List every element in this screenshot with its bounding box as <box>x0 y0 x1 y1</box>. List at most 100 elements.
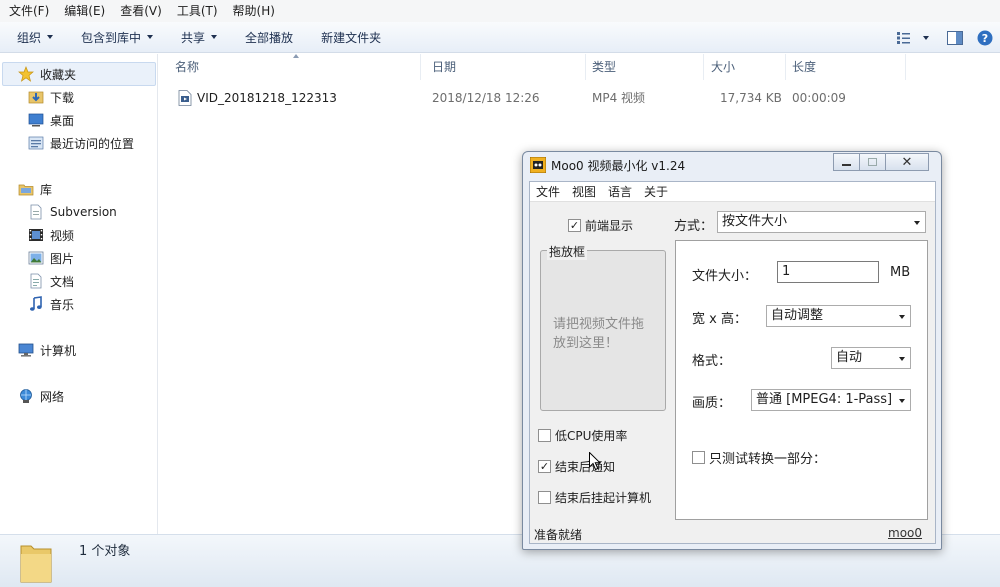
music-note-icon <box>28 296 44 312</box>
file-type: MP4 视频 <box>592 91 646 105</box>
maximize-button[interactable] <box>859 153 886 171</box>
nav-computer[interactable]: 计算机 <box>18 340 76 360</box>
nav-videos[interactable]: 视频 <box>28 225 74 245</box>
organize-button[interactable]: 组织 <box>0 22 64 52</box>
moo0-window: Moo0 视频最小化 v1.24 ✕ 文件 视图 语言 关于 前端显示 方式： … <box>522 151 942 550</box>
menu-help[interactable]: 帮助(H) <box>224 0 281 22</box>
wh-label: 宽 x 高： <box>692 312 747 327</box>
menu-edit[interactable]: 编辑(E) <box>55 0 111 22</box>
format-value: 自动 <box>836 350 863 365</box>
chevron-down-icon <box>899 315 905 319</box>
nav-network[interactable]: 网络 <box>18 386 64 406</box>
nav-subversion-label: Subversion <box>50 205 117 219</box>
nav-desktop[interactable]: 桌面 <box>28 110 74 130</box>
app-menu-language[interactable]: 语言 <box>602 183 638 200</box>
checkbox-checked-icon <box>538 460 551 473</box>
video-file-icon <box>178 90 192 106</box>
mouse-cursor-icon <box>589 451 602 471</box>
help-icon[interactable]: ? <box>974 28 996 48</box>
drop-zone-hint: 请把视频文件拖放到这里！ <box>553 317 645 351</box>
star-icon <box>18 66 34 82</box>
nav-pictures[interactable]: 图片 <box>28 248 74 268</box>
menu-view[interactable]: 查看(V) <box>111 0 168 22</box>
minimize-icon <box>842 164 851 166</box>
app-icon <box>529 156 547 174</box>
column-date[interactable]: 日期 <box>424 54 586 80</box>
desktop-icon <box>28 112 44 128</box>
quality-value: 普通 [MPEG4: 1-Pass] <box>756 392 893 407</box>
nav-subversion[interactable]: Subversion <box>28 202 117 222</box>
mode-select[interactable]: 按文件大小 <box>717 211 926 233</box>
test-part-checkbox[interactable]: 只测试转换一部分： <box>692 448 826 467</box>
file-date: 2018/12/18 12:26 <box>432 91 540 105</box>
chevron-down-icon <box>147 35 154 39</box>
chevron-down-icon <box>47 35 54 39</box>
notify-done-checkbox[interactable]: 结束后通知 <box>538 458 615 475</box>
filesize-input[interactable]: 1 <box>777 261 879 283</box>
mode-label: 方式： <box>674 219 714 234</box>
toolbar-right: ? <box>890 22 1000 53</box>
menu-file[interactable]: 文件(F) <box>0 0 55 22</box>
filesize-unit: MB <box>890 265 911 280</box>
window-title: Moo0 视频最小化 v1.24 <box>551 159 686 173</box>
column-type[interactable]: 类型 <box>584 54 704 80</box>
preview-pane-icon[interactable] <box>944 28 966 48</box>
nav-desktop-label: 桌面 <box>50 113 75 128</box>
menu-tools[interactable]: 工具(T) <box>168 0 224 22</box>
quality-label: 画质： <box>692 396 732 411</box>
chevron-down-icon <box>899 399 905 403</box>
mode-value: 按文件大小 <box>722 214 788 229</box>
nav-recent-label: 最近访问的位置 <box>50 136 135 151</box>
nav-music[interactable]: 音乐 <box>28 294 74 314</box>
checkbox-unchecked-icon <box>538 491 551 504</box>
format-select[interactable]: 自动 <box>831 347 911 369</box>
share-button[interactable]: 共享 <box>164 22 228 52</box>
checkbox-checked-icon <box>568 219 581 232</box>
picture-library-icon <box>28 250 44 266</box>
app-menu-view[interactable]: 视图 <box>566 183 602 200</box>
minimize-button[interactable] <box>833 153 860 171</box>
folder-icon <box>19 540 53 584</box>
new-folder-button[interactable]: 新建文件夹 <box>304 22 392 52</box>
nav-network-label: 网络 <box>40 389 65 404</box>
sleep-done-label: 结束后挂起计算机 <box>555 491 652 505</box>
library-icon <box>18 181 34 197</box>
nav-music-label: 音乐 <box>50 297 75 312</box>
item-count: 1 个对象 <box>79 544 131 559</box>
video-library-icon <box>28 227 44 243</box>
low-cpu-checkbox[interactable]: 低CPU使用率 <box>538 427 627 444</box>
nav-libraries[interactable]: 库 <box>18 179 52 199</box>
column-length[interactable]: 长度 <box>784 54 906 80</box>
app-menu-about[interactable]: 关于 <box>638 183 674 200</box>
include-library-button[interactable]: 包含到库中 <box>64 22 164 52</box>
nav-recent[interactable]: 最近访问的位置 <box>28 133 134 153</box>
nav-computer-label: 计算机 <box>40 343 77 358</box>
close-button[interactable]: ✕ <box>885 153 929 171</box>
view-dropdown-icon[interactable] <box>920 28 932 48</box>
settings-panel: 文件大小： 1 MB 宽 x 高： 自动调整 格式： 自动 画质： 普通 [MP… <box>675 240 928 520</box>
organize-label: 组织 <box>17 30 42 45</box>
wh-select[interactable]: 自动调整 <box>766 305 911 327</box>
share-label: 共享 <box>181 30 206 45</box>
drop-zone[interactable]: 拖放框 请把视频文件拖放到这里！ <box>540 243 666 411</box>
nav-videos-label: 视频 <box>50 228 75 243</box>
view-options-icon[interactable] <box>894 28 916 48</box>
nav-documents[interactable]: 文档 <box>28 271 74 291</box>
moo0-link[interactable]: moo0 <box>888 526 922 540</box>
window-client: 文件 视图 语言 关于 前端显示 方式： 按文件大小 拖放框 请把视频文件拖放到… <box>529 181 936 544</box>
checkbox-unchecked-icon <box>692 451 705 464</box>
always-on-top-checkbox[interactable]: 前端显示 <box>568 217 633 234</box>
app-menu-file[interactable]: 文件 <box>530 183 566 200</box>
nav-downloads[interactable]: 下载 <box>28 87 74 107</box>
nav-documents-label: 文档 <box>50 274 75 289</box>
recent-places-icon <box>28 135 44 151</box>
nav-favorites[interactable]: 收藏夹 <box>18 64 76 84</box>
sleep-done-checkbox[interactable]: 结束后挂起计算机 <box>538 489 651 506</box>
file-name: VID_20181218_122313 <box>197 91 337 105</box>
computer-icon <box>18 342 34 358</box>
quality-select[interactable]: 普通 [MPEG4: 1-Pass] <box>751 389 911 411</box>
filesize-label: 文件大小： <box>692 269 758 284</box>
play-all-button[interactable]: 全部播放 <box>228 22 304 52</box>
chevron-down-icon <box>899 357 905 361</box>
column-size[interactable]: 大小 <box>703 54 786 80</box>
